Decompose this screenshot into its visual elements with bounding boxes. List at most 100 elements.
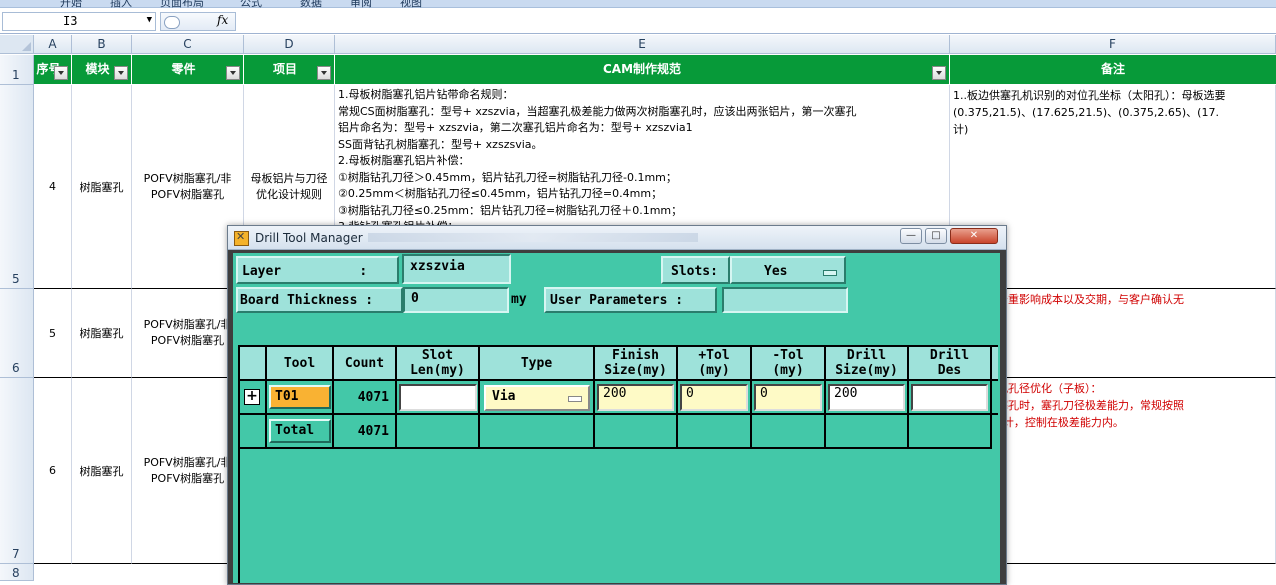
slots-value: Yes [764,264,788,279]
fx-icon[interactable]: fx [217,13,228,27]
total-empty [826,415,909,449]
tool-cell: T01 [267,381,334,415]
board-thickness-unit: my [511,292,527,307]
header-remark: 备注 [950,55,1276,84]
type-select[interactable]: Via [484,385,590,411]
minimize-button[interactable]: — [900,228,922,244]
row-header-5[interactable]: 5 [0,85,34,289]
col-next-partial [992,347,998,381]
layer-label: Layer : [236,256,399,284]
expand-plus-icon[interactable]: + [244,389,260,405]
header-cam: CAM制作规范 [335,55,950,84]
col-header-e[interactable]: E [335,35,950,54]
board-thickness-input[interactable]: 0 [403,287,509,313]
total-empty [678,415,752,449]
row-header-8[interactable]: 8 [0,564,34,581]
total-count: 4071 [334,415,397,449]
total-empty [909,415,992,449]
col-drill-size: Drill Size(my) [826,347,909,381]
row-header-6[interactable]: 6 [0,289,34,378]
slots-label: Slots: [661,256,730,284]
type-value: Via [492,389,516,404]
drill-size-input[interactable]: 200 [828,384,905,411]
total-empty [752,415,826,449]
col-expander-header [240,347,267,381]
col-count: Count [334,347,397,381]
cell-a6[interactable]: 5 [34,289,72,378]
ribbon: 开始 插入 页面布局 公式 数据 审阅 视图 [0,0,1276,9]
minus-tol-cell: 0 [752,381,826,415]
col-type: Type [480,347,595,381]
board-thickness-label: Board Thickness : [236,287,403,313]
slot-len-cell [397,381,480,415]
chevron-down-icon[interactable]: ▼ [147,15,152,25]
option-menu-icon [568,396,582,402]
cell-b5[interactable]: 树脂塞孔 [72,85,132,289]
formula-buttons: fx [160,12,236,31]
name-box[interactable]: I3 ▼ [2,12,156,31]
cell-b6[interactable]: 树脂塞孔 [72,289,132,378]
row-header-7[interactable]: 7 [0,378,34,564]
total-empty [480,415,595,449]
total-label-cell: Total [267,415,334,449]
dialog-body: Layer : xzszvia Slots: Yes Board Thickne… [233,253,1000,583]
row-expander-cell: + [240,381,267,415]
col-header-d[interactable]: D [244,35,335,54]
cancel-oval-icon[interactable] [164,16,180,29]
filter-dropdown-icon[interactable] [54,66,68,80]
col-header-f[interactable]: F [950,35,1276,54]
option-menu-icon [823,270,837,276]
col-finish-size: Finish Size(my) [595,347,678,381]
row-header-1[interactable]: 1 [0,55,34,85]
col-slot-len: Slot Len(my) [397,347,480,381]
header-module: 模块 [72,55,132,84]
filter-dropdown-icon[interactable] [932,66,946,80]
col-drill-des: Drill Des [909,347,992,381]
col-header-a[interactable]: A [34,35,72,54]
filter-dropdown-icon[interactable] [226,66,240,80]
maximize-button[interactable]: □ [925,228,947,244]
drill-size-cell: 200 [826,381,909,415]
name-box-value: I3 [63,14,78,28]
cell-a7[interactable]: 6 [34,378,72,564]
drill-tool-manager-dialog: Drill Tool Manager — □ ✕ Layer : xzszvia… [227,225,1007,585]
user-parameters-label: User Parameters : [544,287,717,313]
layer-value-field[interactable]: xzszvia [402,254,511,284]
tool-table: Tool Count Slot Len(my) Type Finish Size… [238,345,998,583]
select-all-corner[interactable] [0,35,34,54]
slot-len-input[interactable] [399,384,477,411]
app-icon [234,230,249,246]
slots-select[interactable]: Yes [730,256,846,284]
cell-a5[interactable]: 4 [34,85,72,289]
header-part: 零件 [132,55,244,84]
total-label: Total [269,419,331,443]
formula-input[interactable] [237,12,1276,31]
minus-tol-input[interactable]: 0 [754,384,822,411]
header-seq: 序号 [34,55,72,84]
dialog-titlebar[interactable]: Drill Tool Manager [228,226,1006,250]
close-button[interactable]: ✕ [950,228,998,244]
finish-size-cell: 200 [595,381,678,415]
total-empty [397,415,480,449]
type-cell: Via [480,381,595,415]
total-empty [595,415,678,449]
plus-tol-cell: 0 [678,381,752,415]
filter-dropdown-icon[interactable] [317,66,331,80]
tool-t01-button[interactable]: T01 [269,385,331,409]
blurred-title-text [368,233,698,242]
drill-des-input[interactable] [911,384,988,411]
header-item: 项目 [244,55,335,84]
dialog-title: Drill Tool Manager [255,231,363,245]
tool-count: 4071 [334,381,397,415]
col-header-c[interactable]: C [132,35,244,54]
filter-dropdown-icon[interactable] [114,66,128,80]
cell-b7[interactable]: 树脂塞孔 [72,378,132,564]
finish-size-input[interactable]: 200 [597,384,674,411]
user-parameters-input[interactable] [722,287,848,313]
col-tool: Tool [267,347,334,381]
total-expander-cell [240,415,267,449]
col-header-b[interactable]: B [72,35,132,54]
col-minus-tol: -Tol (my) [752,347,826,381]
row-next-partial [992,381,998,415]
plus-tol-input[interactable]: 0 [680,384,748,411]
